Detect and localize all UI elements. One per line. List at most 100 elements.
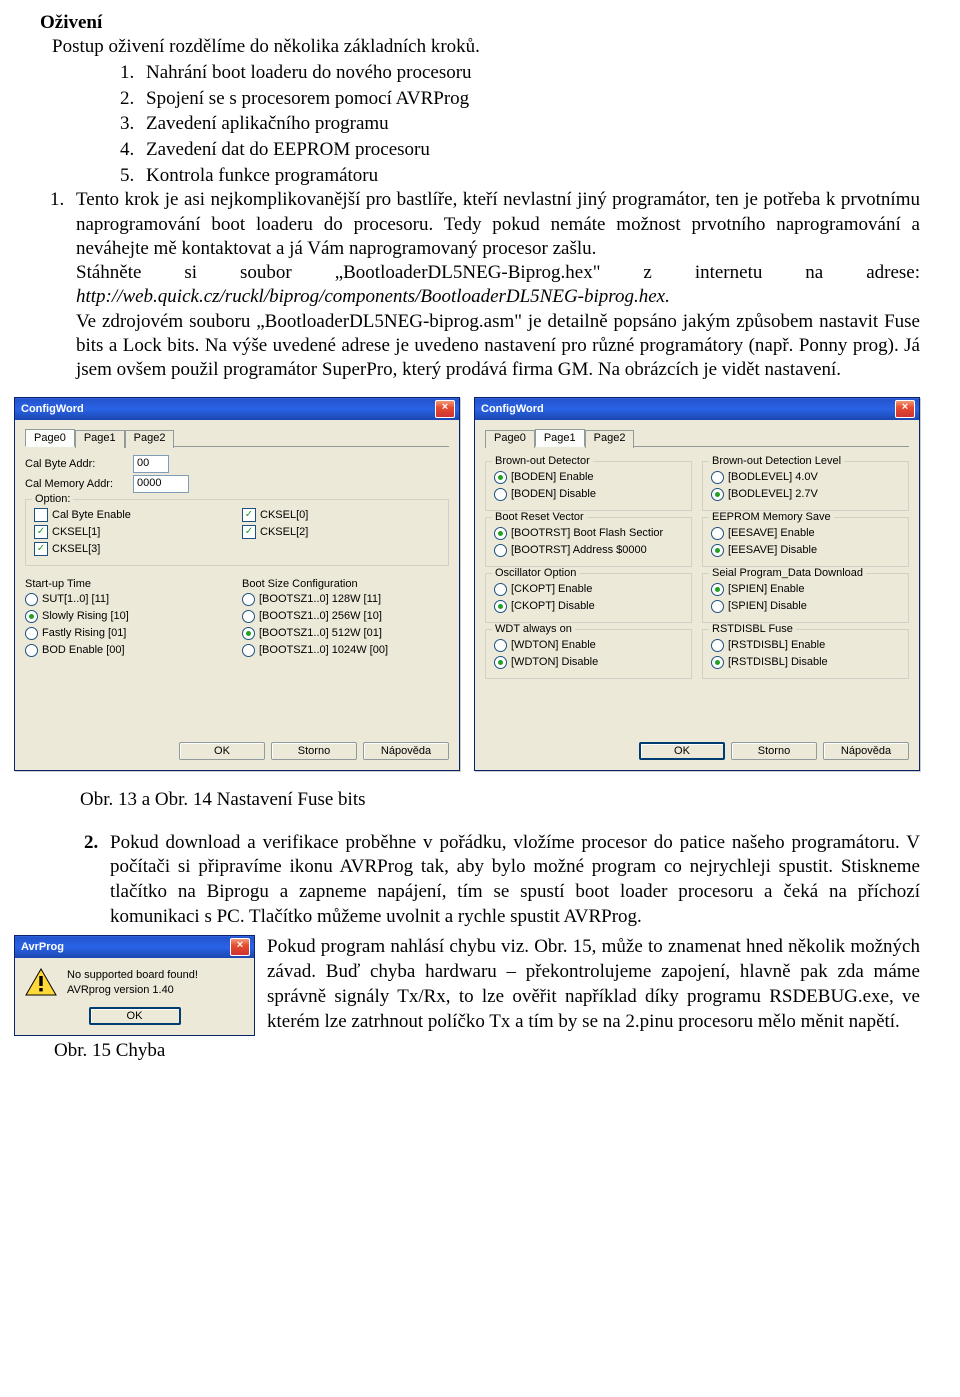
radio-sut-11[interactable]: SUT[1..0] [11] xyxy=(25,592,232,607)
close-icon[interactable]: × xyxy=(435,400,455,418)
right-text: Pokud program nahlásí chybu viz. Obr. 15… xyxy=(267,935,920,1034)
tab-page0[interactable]: Page0 xyxy=(25,429,75,447)
cancel-button[interactable]: Storno xyxy=(271,742,357,760)
cal-byte-label: Cal Byte Addr: xyxy=(25,458,125,470)
radio-boot-128[interactable]: [BOOTSZ1..0] 128W [11] xyxy=(242,592,449,607)
avrprog-msg2: AVRprog version 1.40 xyxy=(67,983,244,997)
radio-icon xyxy=(494,471,507,484)
ok-button[interactable]: OK xyxy=(89,1007,181,1025)
radio-boot-512[interactable]: [BOOTSZ1..0] 512W [01] xyxy=(242,626,449,641)
title-text: ConfigWord xyxy=(21,403,84,415)
radio-icon xyxy=(711,639,724,652)
tab-page1[interactable]: Page1 xyxy=(75,430,125,448)
titlebar[interactable]: AvrProg × xyxy=(15,936,254,958)
step-num: 2. xyxy=(120,86,146,112)
titlebar[interactable]: ConfigWord × xyxy=(475,398,919,420)
check-cal-byte-enable[interactable]: Cal Byte Enable xyxy=(34,508,232,523)
close-icon[interactable]: × xyxy=(895,400,915,418)
group-legend: Brown-out Detector xyxy=(492,455,593,467)
title-text: AvrProg xyxy=(21,941,64,953)
radio-icon xyxy=(711,488,724,501)
tab-page2[interactable]: Page2 xyxy=(125,430,175,448)
group-wdt-always-on: WDT always on[WDTON] Enable[WDTON] Disab… xyxy=(485,629,692,679)
radio-option[interactable]: [BODLEVEL] 4.0V xyxy=(711,470,900,485)
radio-option[interactable]: [EESAVE] Disable xyxy=(711,543,900,558)
section-heading: Oživení xyxy=(40,12,920,34)
radio-sut-10[interactable]: Slowly Rising [10] xyxy=(25,609,232,624)
titlebar[interactable]: ConfigWord × xyxy=(15,398,459,420)
checkbox-icon: ✓ xyxy=(34,542,48,556)
radio-icon xyxy=(711,600,724,613)
help-button[interactable]: Nápověda xyxy=(363,742,449,760)
help-button[interactable]: Nápověda xyxy=(823,742,909,760)
warning-icon xyxy=(25,968,57,996)
radio-sut-01[interactable]: Fastly Rising [01] xyxy=(25,626,232,641)
radio-option[interactable]: [WDTON] Disable xyxy=(494,655,683,670)
group-legend: RSTDISBL Fuse xyxy=(709,623,796,635)
avrprog-dialog: AvrProg × No supported board found! AVRp… xyxy=(14,935,255,1036)
tabstrip: Page0 Page1 Page2 xyxy=(25,428,449,447)
tab-page1[interactable]: Page1 xyxy=(535,429,585,447)
step-text: Zavedení dat do EEPROM procesoru xyxy=(146,137,430,163)
step-num: 5. xyxy=(120,163,146,189)
cal-mem-input[interactable]: 0000 xyxy=(133,475,189,493)
ok-button[interactable]: OK xyxy=(639,742,725,760)
radio-option[interactable]: [BODLEVEL] 2.7V xyxy=(711,487,900,502)
body-para-1: Tento krok je asi nejkomplikovanější pro… xyxy=(76,188,920,261)
group-brown-out-detector: Brown-out Detector[BODEN] Enable[BODEN] … xyxy=(485,461,692,511)
radio-option[interactable]: [BODEN] Disable xyxy=(494,487,683,502)
group-boot-reset-vector: Boot Reset Vector[BOOTRST] Boot Flash Se… xyxy=(485,517,692,567)
radio-option[interactable]: [BOOTRST] Boot Flash Sectior xyxy=(494,526,683,541)
radio-option[interactable]: [RSTDISBL] Enable xyxy=(711,638,900,653)
body-num: 1. xyxy=(50,188,76,261)
body-para-2a: Stáhněte si soubor „BootloaderDL5NEG-Bip… xyxy=(76,262,920,283)
radio-icon xyxy=(494,488,507,501)
radio-icon xyxy=(494,639,507,652)
steps-list: 1.Nahrání boot loaderu do nového proceso… xyxy=(120,60,920,188)
radio-boot-1024[interactable]: [BOOTSZ1..0] 1024W [00] xyxy=(242,643,449,658)
radio-option[interactable]: [BODEN] Enable xyxy=(494,470,683,485)
radio-icon xyxy=(242,610,255,623)
step-num: 4. xyxy=(120,137,146,163)
boot-label: Boot Size Configuration xyxy=(242,578,449,590)
bottom-text: Pokud download a verifikace proběhne v p… xyxy=(110,831,920,930)
figure-caption: Obr. 13 a Obr. 14 Nastavení Fuse bits xyxy=(80,789,920,811)
radio-icon xyxy=(242,644,255,657)
radio-icon xyxy=(711,471,724,484)
cal-byte-input[interactable]: 00 xyxy=(133,455,169,473)
checkbox-icon: ✓ xyxy=(242,508,256,522)
radio-option[interactable]: [WDTON] Enable xyxy=(494,638,683,653)
step-num: 3. xyxy=(120,111,146,137)
radio-option[interactable]: [EESAVE] Enable xyxy=(711,526,900,541)
radio-icon xyxy=(494,544,507,557)
check-cksel2[interactable]: ✓CKSEL[2] xyxy=(242,525,440,540)
radio-option[interactable]: [SPIEN] Enable xyxy=(711,582,900,597)
cancel-button[interactable]: Storno xyxy=(731,742,817,760)
radio-option[interactable]: [BOOTRST] Address $0000 xyxy=(494,543,683,558)
radio-option[interactable]: [RSTDISBL] Disable xyxy=(711,655,900,670)
radio-option[interactable]: [CKOPT] Disable xyxy=(494,599,683,614)
avrprog-msg1: No supported board found! xyxy=(67,968,244,982)
radio-option[interactable]: [SPIEN] Disable xyxy=(711,599,900,614)
group-oscillator-option: Oscillator Option[CKOPT] Enable[CKOPT] D… xyxy=(485,573,692,623)
check-cksel1[interactable]: ✓CKSEL[1] xyxy=(34,525,232,540)
radio-icon xyxy=(711,527,724,540)
dialogs-row: ConfigWord × Page0 Page1 Page2 Cal Byte … xyxy=(14,397,920,771)
option-group: Option: Cal Byte Enable ✓CKSEL[1] ✓CKSEL… xyxy=(25,499,449,566)
radio-option[interactable]: [CKOPT] Enable xyxy=(494,582,683,597)
radio-sut-00[interactable]: BOD Enable [00] xyxy=(25,643,232,658)
group-rstdisbl-fuse: RSTDISBL Fuse[RSTDISBL] Enable[RSTDISBL]… xyxy=(702,629,909,679)
tab-page0[interactable]: Page0 xyxy=(485,430,535,448)
radio-boot-256[interactable]: [BOOTSZ1..0] 256W [10] xyxy=(242,609,449,624)
radio-icon xyxy=(494,527,507,540)
group-legend: Oscillator Option xyxy=(492,567,579,579)
ok-button[interactable]: OK xyxy=(179,742,265,760)
radio-icon xyxy=(711,583,724,596)
check-cksel0[interactable]: ✓CKSEL[0] xyxy=(242,508,440,523)
radio-icon xyxy=(25,610,38,623)
close-icon[interactable]: × xyxy=(230,938,250,956)
tab-page2[interactable]: Page2 xyxy=(585,430,635,448)
group-legend: Boot Reset Vector xyxy=(492,511,587,523)
radio-icon xyxy=(242,627,255,640)
check-cksel3[interactable]: ✓CKSEL[3] xyxy=(34,542,232,557)
